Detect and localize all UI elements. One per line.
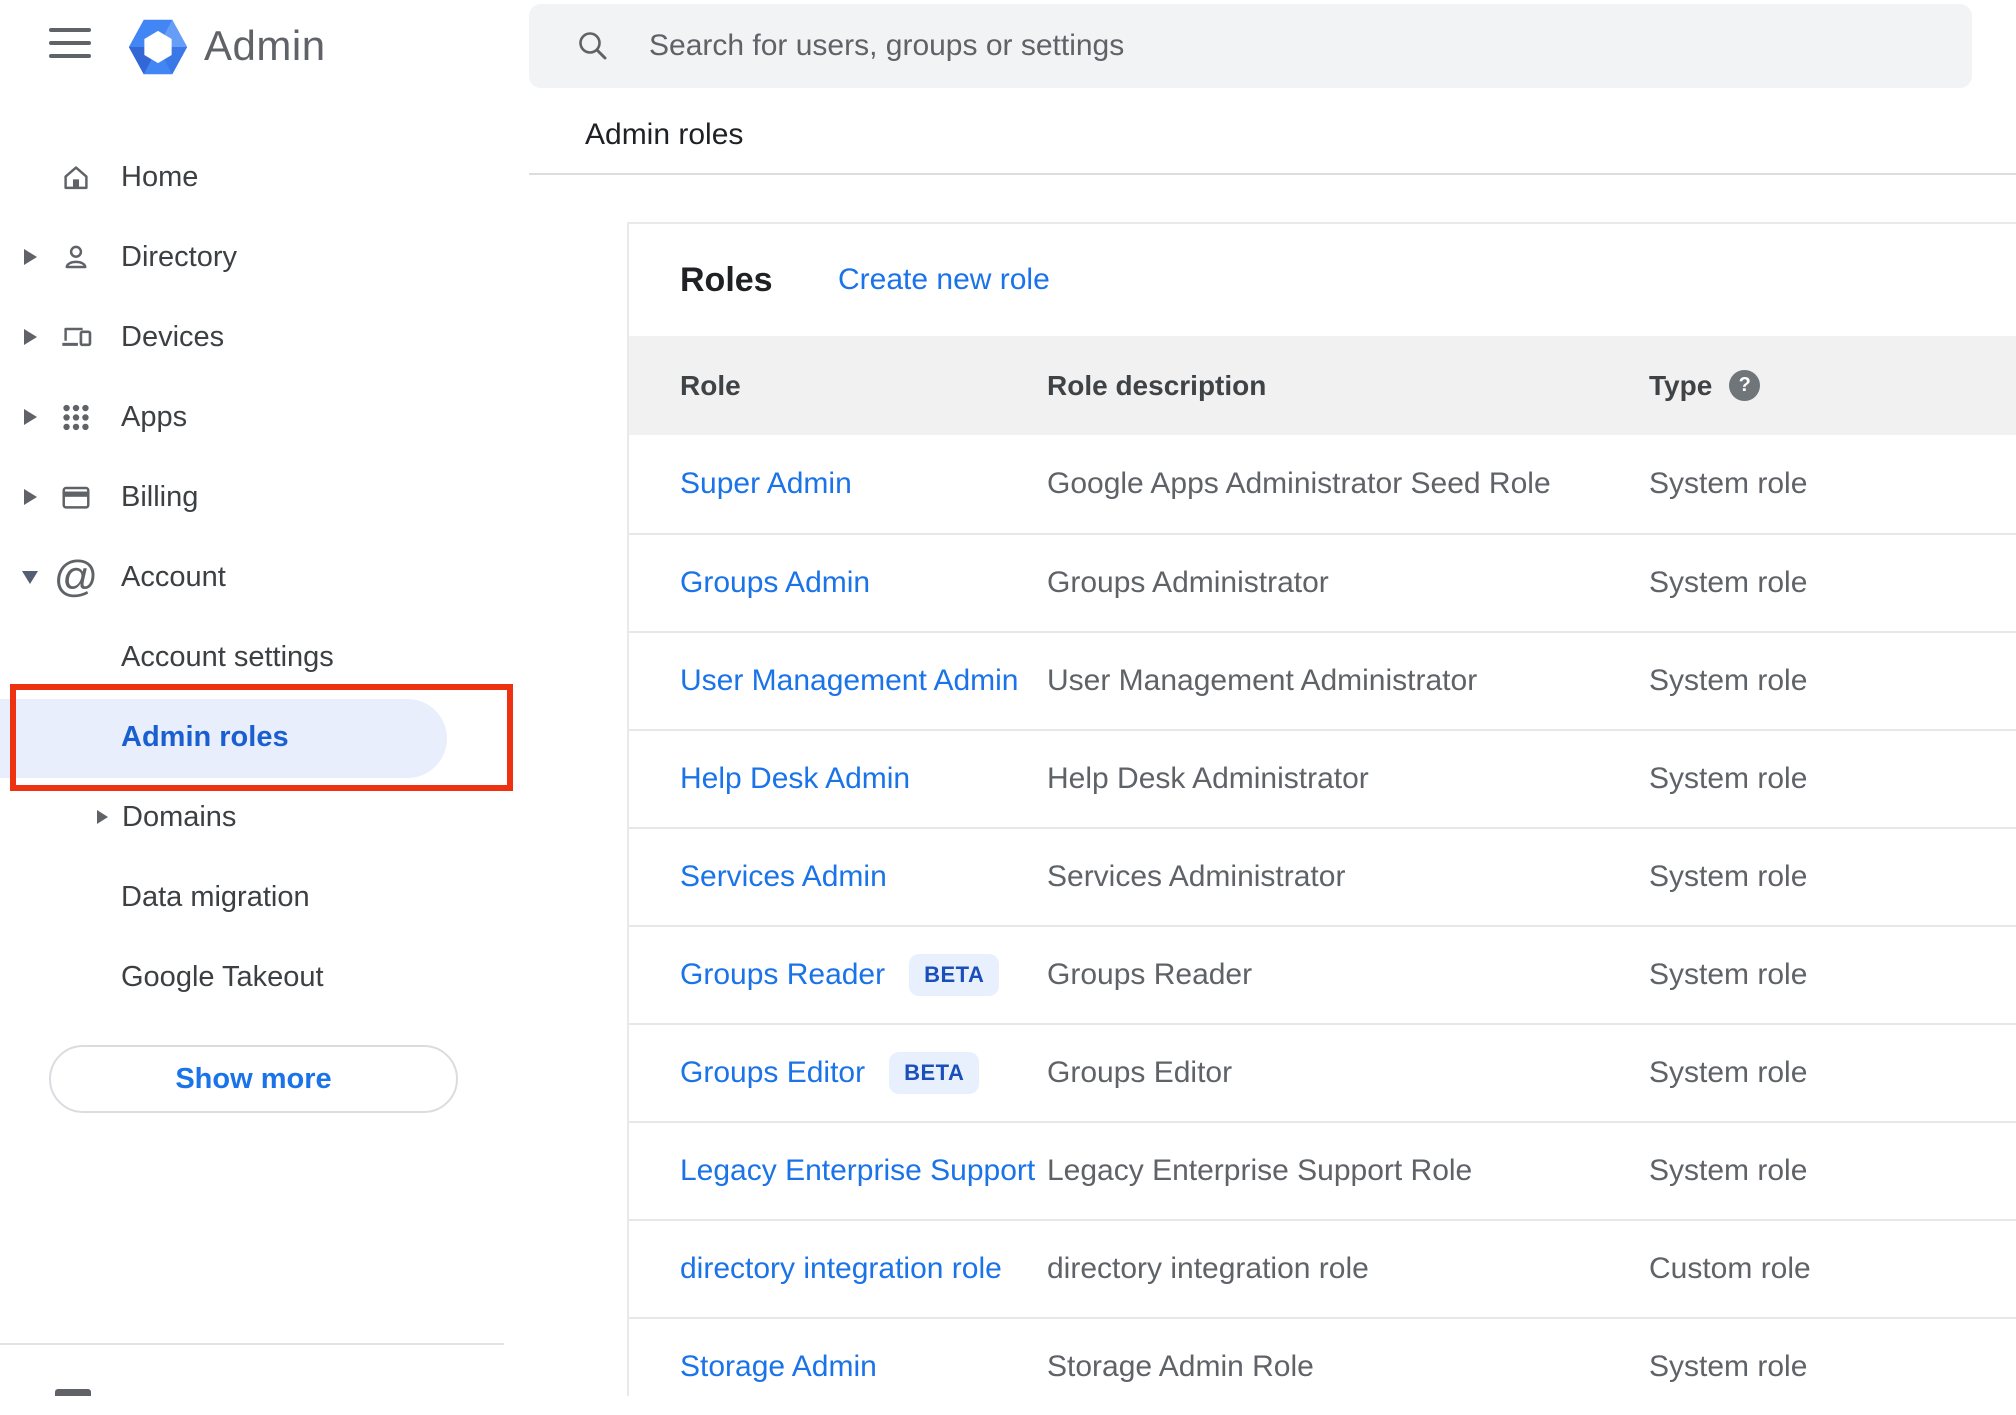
menu-icon[interactable] [49, 28, 91, 58]
table-row[interactable]: Super Admin Google Apps Administrator Se… [629, 435, 2016, 533]
sidebar-item-home[interactable]: Home [0, 137, 529, 217]
role-link[interactable]: Groups Reader [680, 958, 885, 992]
show-more-button[interactable]: Show more [49, 1045, 458, 1113]
role-description: Help Desk Administrator [1047, 762, 1369, 795]
table-row[interactable]: directory integration role directory int… [629, 1219, 2016, 1317]
role-type: System role [1649, 1056, 1808, 1089]
sidebar-item-admin-roles[interactable]: Admin roles [0, 697, 529, 778]
search-icon [579, 32, 607, 60]
role-link[interactable]: Storage Admin [680, 1350, 877, 1384]
column-header-role: Role [680, 369, 741, 401]
at-icon: @ [53, 552, 99, 601]
menu-bar [49, 41, 91, 45]
divider [0, 1343, 504, 1345]
expand-arrow-icon[interactable] [95, 810, 109, 824]
breadcrumb: Admin roles [585, 118, 744, 151]
role-description: Legacy Enterprise Support Role [1047, 1154, 1473, 1187]
menu-bar [49, 54, 91, 58]
column-header-type: Type [1649, 369, 1713, 401]
role-type: System role [1649, 467, 1808, 500]
divider [529, 173, 2016, 175]
expand-arrow-icon[interactable] [18, 409, 42, 425]
roles-table-body: Super Admin Google Apps Administrator Se… [629, 435, 2016, 1415]
role-description: Groups Administrator [1047, 566, 1329, 599]
role-type: System role [1649, 664, 1808, 697]
create-new-role-link[interactable]: Create new role [838, 263, 1050, 297]
table-row[interactable]: Groups Admin Groups Administrator System… [629, 533, 2016, 631]
table-row[interactable]: Groups Reader BETA Groups Reader System … [629, 925, 2016, 1023]
role-link[interactable]: Groups Editor [680, 1056, 865, 1090]
home-icon [59, 159, 93, 195]
expand-arrow-icon[interactable] [18, 329, 42, 345]
sidebar-item-google-takeout[interactable]: Google Takeout [0, 937, 529, 1017]
table-header-row: Role Role description Type ? [629, 336, 2016, 435]
role-link[interactable]: directory integration role [680, 1252, 1002, 1286]
role-type: System role [1649, 1350, 1808, 1383]
menu-bar [49, 28, 91, 32]
devices-icon [59, 319, 93, 355]
role-description: Services Administrator [1047, 860, 1346, 893]
role-link[interactable]: Help Desk Admin [680, 762, 910, 796]
beta-badge: BETA [909, 954, 1000, 996]
role-description: User Management Administrator [1047, 664, 1478, 697]
sidebar-item-account-settings[interactable]: Account settings [0, 617, 529, 697]
role-type: System role [1649, 566, 1808, 599]
sidebar-item-billing[interactable]: Billing [0, 457, 529, 537]
cut-off-icon [55, 1389, 91, 1396]
apps-icon [59, 399, 93, 435]
search-bar[interactable] [529, 4, 1972, 88]
roles-card: Roles Create new role Role Role descript… [627, 222, 2016, 1396]
role-description: Storage Admin Role [1047, 1350, 1314, 1383]
table-row[interactable]: Services Admin Services Administrator Sy… [629, 827, 2016, 925]
role-link[interactable]: Super Admin [680, 467, 852, 501]
search-input[interactable] [649, 29, 1849, 63]
help-icon[interactable]: ? [1729, 370, 1761, 401]
sidebar: Home Directory Devices Apps Billing @ Ac… [0, 137, 529, 1017]
sidebar-item-apps[interactable]: Apps [0, 377, 529, 457]
beta-badge: BETA [889, 1052, 980, 1094]
roles-card-header: Roles Create new role [629, 224, 2016, 336]
sidebar-item-account[interactable]: @ Account [0, 537, 529, 617]
collapse-arrow-icon[interactable] [18, 570, 42, 584]
role-type: Custom role [1649, 1252, 1811, 1285]
role-type: System role [1649, 762, 1808, 795]
role-link[interactable]: Legacy Enterprise Support [680, 1154, 1035, 1188]
role-link[interactable]: User Management Admin [680, 664, 1019, 698]
admin-logo-icon[interactable] [127, 15, 189, 79]
table-row[interactable]: Storage Admin Storage Admin Role System … [629, 1317, 2016, 1415]
role-link[interactable]: Services Admin [680, 860, 887, 894]
role-description: Groups Editor [1047, 1056, 1233, 1089]
sidebar-item-directory[interactable]: Directory [0, 217, 529, 297]
role-link[interactable]: Groups Admin [680, 566, 870, 600]
card-title: Roles [680, 260, 773, 299]
role-description: directory integration role [1047, 1252, 1369, 1285]
role-type: System role [1649, 860, 1808, 893]
table-row[interactable]: Groups Editor BETA Groups Editor System … [629, 1023, 2016, 1121]
billing-icon [59, 479, 93, 515]
expand-arrow-icon[interactable] [18, 489, 42, 505]
table-row[interactable]: Help Desk Admin Help Desk Administrator … [629, 729, 2016, 827]
sidebar-item-domains[interactable]: Domains [0, 777, 529, 857]
role-type: System role [1649, 958, 1808, 991]
expand-arrow-icon[interactable] [18, 249, 42, 265]
role-description: Google Apps Administrator Seed Role [1047, 467, 1551, 500]
admin-console-screen: { "topbar": { "app_name": "Admin" }, "se… [0, 0, 2016, 1396]
role-type: System role [1649, 1154, 1808, 1187]
sidebar-item-devices[interactable]: Devices [0, 297, 529, 377]
person-icon [59, 239, 93, 275]
app-title: Admin [204, 22, 326, 69]
sidebar-item-data-migration[interactable]: Data migration [0, 857, 529, 937]
column-header-description: Role description [1047, 369, 1267, 401]
role-description: Groups Reader [1047, 958, 1253, 991]
table-row[interactable]: Legacy Enterprise Support Legacy Enterpr… [629, 1121, 2016, 1219]
table-row[interactable]: User Management Admin User Management Ad… [629, 631, 2016, 729]
